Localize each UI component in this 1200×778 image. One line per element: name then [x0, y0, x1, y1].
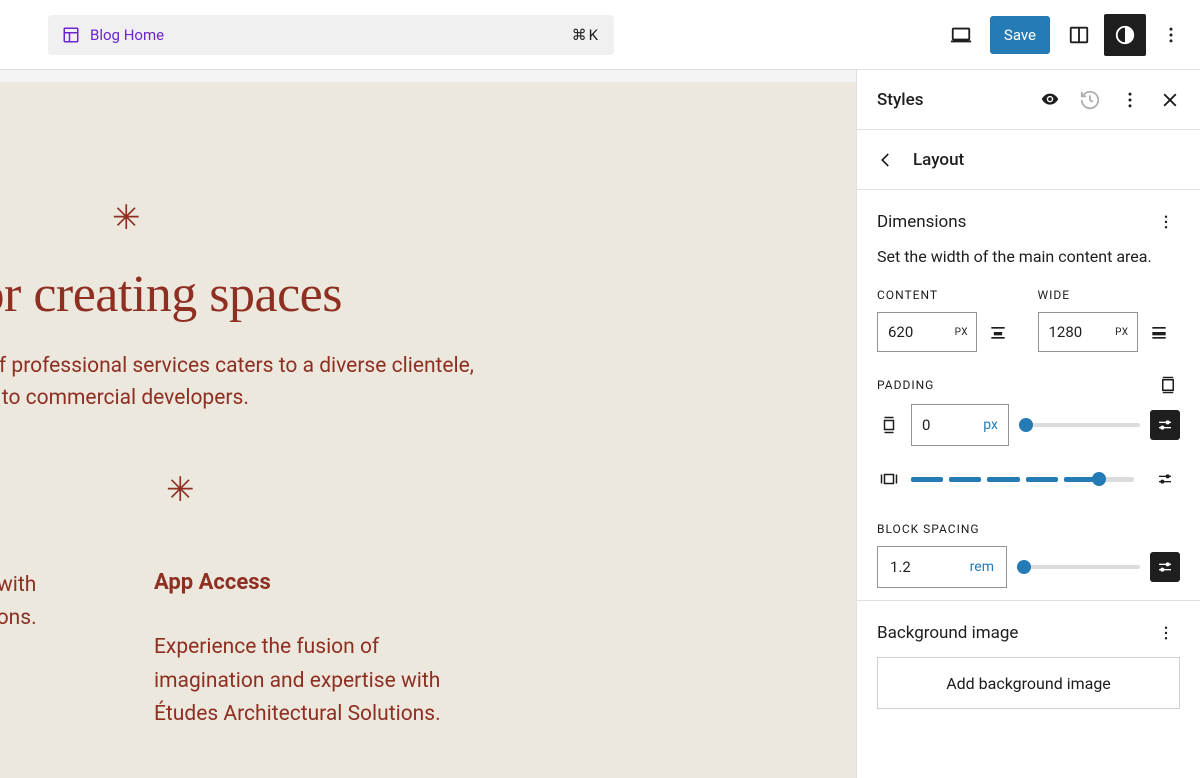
decorative-asterisk-icon: ✳ — [112, 202, 856, 236]
wide-align-button[interactable] — [1146, 322, 1172, 342]
dimensions-menu-button[interactable] — [1152, 208, 1180, 236]
breadcrumb-back-button[interactable] — [877, 151, 895, 169]
command-shortcut: ⌘K — [572, 26, 600, 44]
padding-horizontal-icon[interactable] — [877, 470, 901, 488]
sidebar-body: Dimensions Set the width of the main con… — [857, 190, 1200, 778]
styles-more-menu-button[interactable] — [1112, 82, 1148, 118]
hero-subtitle-line: ranging from homeowners to commercial de… — [0, 386, 249, 410]
background-menu-button[interactable] — [1152, 619, 1180, 647]
breadcrumb-current: Layout — [913, 150, 964, 170]
sidebar-header: Styles — [857, 70, 1200, 130]
padding-value-input[interactable]: 0 px — [911, 404, 1009, 446]
feature-item: Continuous Support Experience the fusion… — [0, 474, 90, 732]
padding-vertical-icon[interactable] — [877, 416, 901, 434]
sidebar-breadcrumb: Layout — [857, 130, 1200, 190]
feature-title: App Access — [154, 570, 494, 595]
sidebar-title: Styles — [877, 90, 1032, 110]
document-title: Blog Home — [90, 26, 164, 44]
save-button[interactable]: Save — [990, 16, 1050, 54]
add-background-image-button[interactable]: Add background image — [877, 657, 1180, 709]
decorative-asterisk-icon: ✳ — [166, 474, 494, 508]
padding-custom-button[interactable] — [1150, 410, 1180, 440]
feature-columns: Continuous Support Experience the fusion… — [0, 474, 856, 732]
device-preview-button[interactable] — [940, 14, 982, 56]
hero-title: A passion for creating spaces — [0, 266, 856, 323]
wide-width-field: WIDE 1280 PX — [1038, 288, 1181, 352]
main-area: ✳ A passion for creating spaces Our comp… — [0, 70, 1200, 778]
styles-toggle-button[interactable] — [1104, 14, 1146, 56]
style-book-button[interactable] — [1032, 82, 1068, 118]
more-menu-button[interactable] — [1150, 14, 1192, 56]
layout-icon — [62, 26, 80, 44]
padding-h-custom-button[interactable] — [1150, 464, 1180, 494]
background-title: Background image — [877, 623, 1018, 643]
topbar: Blog Home ⌘K Save — [0, 0, 1200, 70]
document-title-button[interactable]: Blog Home ⌘K — [48, 15, 614, 55]
hero-subtitle: Our comprehensive suite of professional … — [0, 351, 530, 414]
padding-slider[interactable] — [1019, 414, 1140, 436]
block-spacing-slider[interactable] — [1017, 556, 1140, 578]
block-spacing-input[interactable]: 1.2 rem — [877, 546, 1007, 588]
content-align-button[interactable] — [985, 322, 1011, 342]
content-width-field: CONTENT 620 PX — [877, 288, 1020, 352]
styles-sidebar: Styles Layout — [856, 70, 1200, 778]
topbar-actions: Save — [940, 14, 1192, 56]
editor-canvas-wrap: ✳ A passion for creating spaces Our comp… — [0, 70, 856, 778]
padding-label: PADDING — [877, 378, 934, 392]
wide-label: WIDE — [1038, 288, 1181, 302]
dimensions-title: Dimensions — [877, 212, 966, 232]
close-sidebar-button[interactable] — [1152, 82, 1188, 118]
feature-title: Continuous Support — [0, 474, 90, 499]
wide-width-input[interactable]: 1280 PX — [1038, 312, 1138, 352]
dimensions-section: Dimensions Set the width of the main con… — [857, 190, 1200, 600]
hero-subtitle-line: Our comprehensive suite of professional … — [0, 354, 474, 378]
sidebar-toggle-button[interactable] — [1058, 14, 1100, 56]
content-width-input[interactable]: 620 PX — [877, 312, 977, 352]
background-section: Background image Add background image — [857, 600, 1200, 721]
content-label: CONTENT — [877, 288, 1020, 302]
padding-link-sides-button[interactable] — [1156, 376, 1180, 394]
block-spacing-label: BLOCK SPACING — [877, 522, 1180, 536]
dimensions-description: Set the width of the main content area. — [877, 246, 1180, 268]
block-spacing-custom-button[interactable] — [1150, 552, 1180, 582]
revisions-button[interactable] — [1072, 82, 1108, 118]
feature-text: Experience the fusion of imagination and… — [0, 535, 90, 636]
editor-canvas[interactable]: ✳ A passion for creating spaces Our comp… — [0, 82, 856, 778]
padding-preset-slider[interactable] — [911, 468, 1140, 490]
feature-item: ✳ App Access Experience the fusion of im… — [154, 474, 494, 732]
feature-text: Experience the fusion of imagination and… — [154, 631, 494, 732]
